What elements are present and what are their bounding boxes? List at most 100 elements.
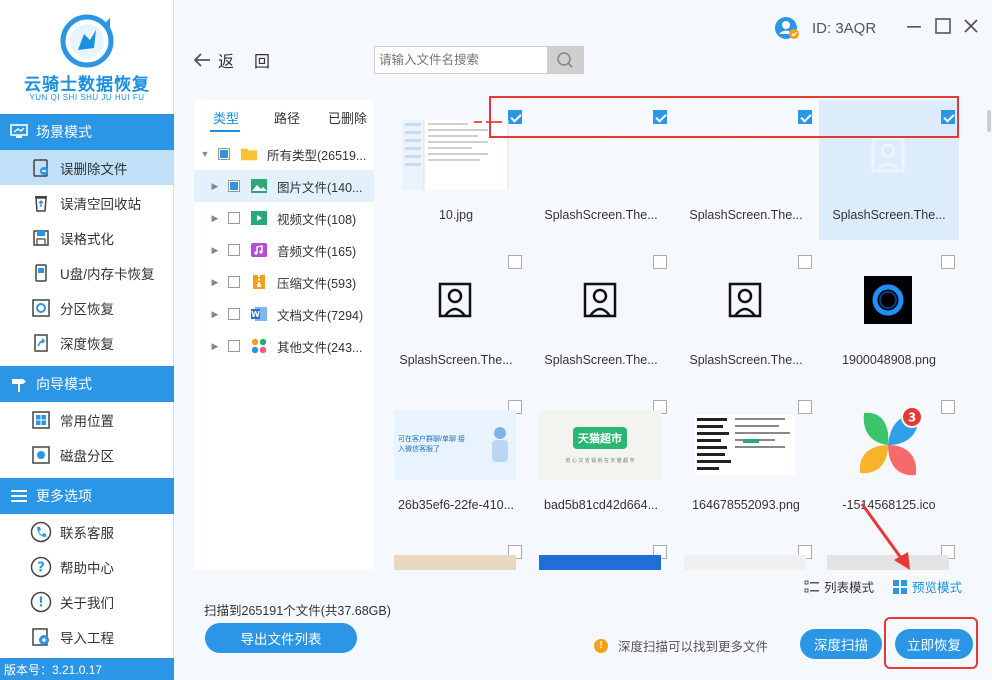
svg-text:!: !: [38, 595, 44, 610]
tree-item-images[interactable]: ▶ 图片文件(140...: [194, 170, 374, 202]
deleted-file-icon: [30, 157, 52, 179]
chevron-right-icon[interactable]: ▶: [208, 309, 222, 320]
file-card[interactable]: SplashScreen.The...: [676, 245, 816, 385]
file-card[interactable]: 天猫超市 省 心 又 省 钱 就 在 天 猫 超 市 bad5b81cd42d6…: [531, 390, 671, 530]
nav-recycle-bin[interactable]: 误清空回收站: [0, 185, 174, 220]
nav-about-us[interactable]: ! 关于我们: [0, 584, 174, 619]
format-disk-icon: [30, 227, 52, 249]
nav-deep-recovery[interactable]: 深度恢复: [0, 325, 174, 360]
file-card[interactable]: SplashScreen.The...: [531, 245, 671, 385]
deep-scan-button[interactable]: 深度扫描: [800, 629, 882, 659]
other-files-icon: [250, 337, 268, 355]
section-scene-mode[interactable]: 场景模式: [0, 114, 174, 150]
user-id[interactable]: ID: 3AQR: [772, 14, 876, 42]
file-name: bad5b81cd42d664...: [544, 498, 658, 512]
file-name: 164678552093.png: [692, 498, 800, 512]
tree-checkbox[interactable]: [228, 180, 240, 192]
file-card[interactable]: [676, 535, 816, 570]
tree-checkbox[interactable]: [228, 308, 240, 320]
sidebar: 云骑士数据恢复 YUN QI SHI SHU JU HUI FU 场景模式 误删…: [0, 0, 174, 680]
knight-logo-icon: [60, 14, 114, 68]
thumbnail-partial: [394, 555, 516, 570]
section-label: 场景模式: [36, 124, 92, 140]
section-more-options[interactable]: 更多选项: [0, 478, 174, 514]
nav-format[interactable]: 误格式化: [0, 220, 174, 255]
list-icon: [804, 580, 819, 592]
nav-partition-recovery[interactable]: 分区恢复: [0, 290, 174, 325]
preview-mode-button[interactable]: 预览模式: [892, 577, 962, 596]
tree-item-archives[interactable]: ▶ 压缩文件(593): [194, 266, 374, 298]
file-name: 26b35ef6-22fe-410...: [397, 498, 515, 512]
search-button[interactable]: [547, 47, 583, 73]
deep-scan-hint: ! 深度扫描可以找到更多文件: [594, 636, 768, 655]
badge-count: 3: [908, 411, 916, 425]
tmall-thumbnail: 天猫超市 省 心 又 省 钱 就 在 天 猫 超 市: [539, 410, 661, 480]
section-guide-mode[interactable]: 向导模式: [0, 366, 174, 402]
maximize-icon[interactable]: [933, 16, 953, 36]
red-arrow-annotation: [860, 503, 910, 570]
zip-icon: [250, 273, 268, 291]
grid-scrollbar[interactable]: [987, 110, 991, 132]
tree-checkbox[interactable]: [228, 340, 240, 352]
tree-checkbox[interactable]: [228, 276, 240, 288]
import-icon: [30, 626, 52, 648]
table-thumbnail: [684, 410, 806, 480]
tree-checkbox[interactable]: [228, 244, 240, 256]
cortana-thumbnail: [827, 265, 949, 335]
export-file-list-button[interactable]: 导出文件列表: [205, 623, 357, 653]
tree-checkbox[interactable]: [228, 212, 240, 224]
nav-deleted-files[interactable]: 误删除文件: [0, 150, 174, 185]
file-card[interactable]: [386, 535, 526, 570]
chevron-right-icon[interactable]: ▶: [208, 245, 222, 256]
chevron-right-icon[interactable]: ▶: [208, 277, 222, 288]
image-icon: [250, 177, 268, 195]
selection-highlight-box: [489, 96, 959, 138]
tree-item-audio[interactable]: ▶ 音频文件(165): [194, 234, 374, 266]
file-card[interactable]: [531, 535, 671, 570]
back-button[interactable]: 返回: [192, 48, 290, 72]
app-logo: 云骑士数据恢复 YUN QI SHI SHU JU HUI FU: [0, 0, 174, 112]
monitor-icon: [10, 124, 28, 138]
tab-type[interactable]: 类型: [213, 108, 239, 127]
chevron-right-icon[interactable]: ▶: [208, 213, 222, 224]
nav-common-locations[interactable]: 常用位置: [0, 402, 174, 437]
disk-partition-icon: [30, 444, 52, 466]
file-name: SplashScreen.The...: [832, 208, 946, 222]
svg-text:W: W: [251, 310, 260, 319]
search-box: [374, 46, 584, 74]
search-input[interactable]: [375, 47, 548, 73]
chevron-right-icon[interactable]: ▶: [208, 341, 222, 352]
tab-deleted[interactable]: 已删除: [328, 108, 367, 127]
chevron-down-icon[interactable]: ▼: [198, 149, 212, 159]
tree-item-videos[interactable]: ▶ 视频文件(108): [194, 202, 374, 234]
close-icon[interactable]: [961, 16, 981, 36]
file-card[interactable]: SplashScreen.The...: [386, 245, 526, 385]
chevron-right-icon[interactable]: ▶: [208, 181, 222, 192]
file-card[interactable]: 1900048908.png: [819, 245, 959, 385]
grid-icon: [893, 579, 908, 594]
tab-path[interactable]: 路径: [274, 108, 300, 127]
video-icon: [250, 209, 268, 227]
nav-contact-support[interactable]: 联系客服: [0, 514, 174, 549]
nav-import-project[interactable]: 导入工程: [0, 619, 174, 654]
nav-help-center[interactable]: ? 帮助中心: [0, 549, 174, 584]
tree-item-other[interactable]: ▶ 其他文件(243...: [194, 330, 374, 362]
thumbnail-partial: [684, 555, 806, 570]
file-name: SplashScreen.The...: [689, 353, 803, 367]
windows-icon: [30, 409, 52, 431]
file-type-tree: 类型 路径 已删除 ▼ 所有类型(26519... ▶ 图片文件(140... …: [194, 100, 374, 570]
file-name: SplashScreen.The...: [399, 353, 513, 367]
user-cloud-icon: [775, 17, 799, 39]
nav-usb-recovery[interactable]: U盘/内存卡恢复: [0, 255, 174, 290]
file-card[interactable]: 可在客户群聊/单聊 接入微信客服了 26b35ef6-22fe-410...: [386, 390, 526, 530]
nav-disk-partition[interactable]: 磁盘分区: [0, 437, 174, 472]
minimize-icon[interactable]: [904, 16, 924, 36]
file-name: 1900048908.png: [842, 353, 936, 367]
file-card[interactable]: 164678552093.png: [676, 390, 816, 530]
tree-item-documents[interactable]: ▶ W 文档文件(7294): [194, 298, 374, 330]
tree-checkbox[interactable]: [218, 148, 230, 160]
version-label: 版本号：3.21.0.17: [0, 658, 174, 680]
tree-root-all-types[interactable]: ▼ 所有类型(26519...: [194, 138, 374, 170]
audio-icon: [250, 241, 268, 259]
list-mode-button[interactable]: 列表模式: [804, 577, 874, 596]
